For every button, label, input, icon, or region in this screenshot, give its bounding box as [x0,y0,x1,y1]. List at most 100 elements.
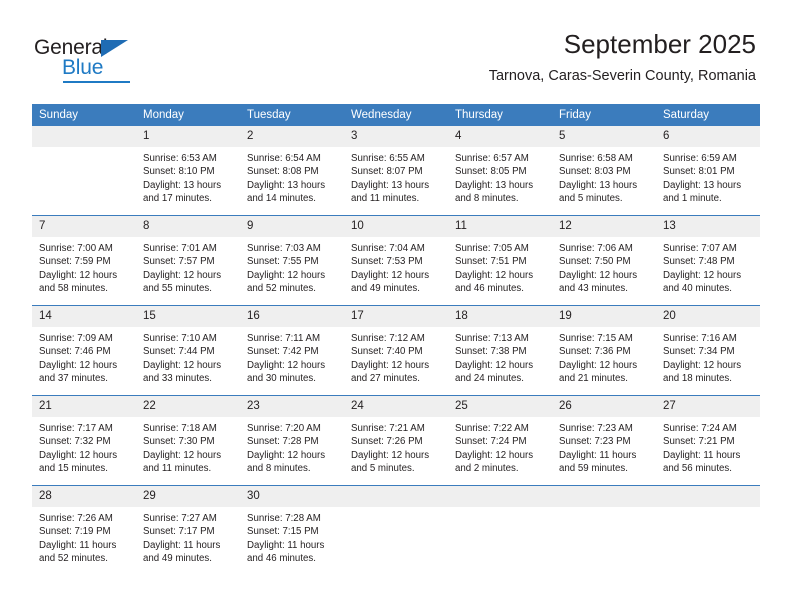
calendar-cell-day[interactable]: 21 Sunrise: 7:17 AM Sunset: 7:32 PM Dayligh… [32,395,136,486]
calendar-cell-day[interactable]: 8 Sunrise: 7:01 AM Sunset: 7:57 PM Daylight… [136,215,240,306]
calendar-cell-day[interactable]: 3 Sunrise: 6:55 AM Sunset: 8:07 PM Daylight… [344,126,448,216]
day-details: Sunrise: 6:53 AM Sunset: 8:10 PM Daylight:… [136,147,240,206]
day-sunset-text: Sunset: 7:46 PM [39,346,111,358]
day-sunrise-text: Sunrise: 7:06 AM [559,243,633,254]
day-details: Sunrise: 6:59 AM Sunset: 8:01 PM Daylight:… [656,147,760,206]
calendar-cell-day[interactable]: 23 Sunrise: 7:20 AM Sunset: 7:28 PM Dayligh… [240,395,344,486]
page-title: September 2025 [563,29,756,59]
calendar-cell-day[interactable]: 27 Sunrise: 7:24 AM Sunset: 7:21 PM Dayligh… [656,395,760,486]
calendar-cell-day[interactable]: 24 Sunrise: 7:21 AM Sunset: 7:26 PM Dayligh… [344,395,448,486]
day-details: Sunrise: 7:04 AM Sunset: 7:53 PM Daylight:… [344,237,448,296]
day-sunrise-text: Sunrise: 7:03 AM [247,243,321,254]
day-daylight-line1-text: Daylight: 11 hours [663,449,741,461]
calendar-cell-empty [32,126,136,216]
day-number: 23 [240,396,344,417]
day-sunset-text: Sunset: 7:23 PM [559,436,631,448]
calendar-cell-day[interactable]: 12 Sunrise: 7:06 AM Sunset: 7:50 PM Dayligh… [552,215,656,306]
day-daylight-line2-text: and 17 minutes. [143,193,212,205]
day-details: Sunrise: 7:06 AM Sunset: 7:50 PM Daylight:… [552,237,656,296]
weekday-header-thursday: Thursday [448,104,552,126]
day-sunrise-text: Sunrise: 6:59 AM [663,153,737,164]
day-details: Sunrise: 7:00 AM Sunset: 7:59 PM Daylight:… [32,237,136,296]
day-sunrise-text: Sunrise: 6:53 AM [143,153,217,164]
calendar-cell-day[interactable]: 26 Sunrise: 7:23 AM Sunset: 7:23 PM Dayligh… [552,395,656,486]
day-daylight-line2-text: and 43 minutes. [559,283,628,295]
calendar-cell-day[interactable]: 5 Sunrise: 6:58 AM Sunset: 8:03 PM Daylight… [552,126,656,216]
calendar-week-row: 28 Sunrise: 7:26 AM Sunset: 7:19 PM Dayligh… [32,485,760,575]
day-details: Sunrise: 7:11 AM Sunset: 7:42 PM Daylight:… [240,327,344,386]
calendar-cell-day[interactable]: 7 Sunrise: 7:00 AM Sunset: 7:59 PM Daylight… [32,215,136,306]
day-number [656,486,760,507]
day-daylight-line2-text: and 27 minutes. [351,373,420,385]
day-daylight-line1-text: Daylight: 11 hours [39,539,117,551]
calendar-cell-day[interactable]: 29 Sunrise: 7:27 AM Sunset: 7:17 PM Dayligh… [136,485,240,575]
calendar-cell-day[interactable]: 10 Sunrise: 7:04 AM Sunset: 7:53 PM Dayligh… [344,215,448,306]
calendar-cell-day[interactable]: 2 Sunrise: 6:54 AM Sunset: 8:08 PM Daylight… [240,126,344,216]
calendar-cell-day[interactable]: 20 Sunrise: 7:16 AM Sunset: 7:34 PM Dayligh… [656,305,760,396]
calendar-cell-day[interactable]: 22 Sunrise: 7:18 AM Sunset: 7:30 PM Dayligh… [136,395,240,486]
calendar-cell-day[interactable]: 18 Sunrise: 7:13 AM Sunset: 7:38 PM Dayligh… [448,305,552,396]
calendar-cell-day[interactable]: 28 Sunrise: 7:26 AM Sunset: 7:19 PM Dayligh… [32,485,136,575]
day-number: 19 [552,306,656,327]
day-daylight-line1-text: Daylight: 13 hours [663,179,742,191]
calendar-cell-day[interactable]: 13 Sunrise: 7:07 AM Sunset: 7:48 PM Dayligh… [656,215,760,306]
calendar-cell-day[interactable]: 4 Sunrise: 6:57 AM Sunset: 8:05 PM Daylight… [448,126,552,216]
day-number: 4 [448,126,552,147]
day-sunrise-text: Sunrise: 7:22 AM [455,423,529,434]
calendar-week-row: 14 Sunrise: 7:09 AM Sunset: 7:46 PM Dayligh… [32,305,760,396]
day-sunrise-text: Sunrise: 7:24 AM [663,423,737,434]
day-sunset-text: Sunset: 8:03 PM [559,166,631,178]
calendar-cell-day[interactable]: 16 Sunrise: 7:11 AM Sunset: 7:42 PM Dayligh… [240,305,344,396]
calendar-cell-day[interactable]: 17 Sunrise: 7:12 AM Sunset: 7:40 PM Dayligh… [344,305,448,396]
calendar-cell-empty [344,485,448,575]
day-number: 17 [344,306,448,327]
day-sunrise-text: Sunrise: 7:20 AM [247,423,321,434]
day-number: 7 [32,216,136,237]
calendar-cell-day[interactable]: 25 Sunrise: 7:22 AM Sunset: 7:24 PM Dayligh… [448,395,552,486]
day-daylight-line2-text: and 33 minutes. [143,373,212,385]
day-sunset-text: Sunset: 7:36 PM [559,346,631,358]
day-number: 18 [448,306,552,327]
day-sunrise-text: Sunrise: 7:12 AM [351,333,425,344]
calendar-cell-day[interactable]: 9 Sunrise: 7:03 AM Sunset: 7:55 PM Daylight… [240,215,344,306]
day-details: Sunrise: 7:01 AM Sunset: 7:57 PM Daylight:… [136,237,240,296]
day-number [344,486,448,507]
day-daylight-line2-text: and 11 minutes. [351,193,420,205]
calendar-cell-day[interactable]: 6 Sunrise: 6:59 AM Sunset: 8:01 PM Daylight… [656,126,760,216]
day-daylight-line2-text: and 15 minutes. [39,463,108,475]
day-number: 15 [136,306,240,327]
day-sunset-text: Sunset: 7:55 PM [247,256,319,268]
day-details: Sunrise: 7:15 AM Sunset: 7:36 PM Daylight:… [552,327,656,386]
day-sunset-text: Sunset: 7:59 PM [39,256,111,268]
day-daylight-line1-text: Daylight: 13 hours [351,179,430,191]
day-sunset-text: Sunset: 7:51 PM [455,256,527,268]
day-sunset-text: Sunset: 7:26 PM [351,436,423,448]
calendar-cell-day[interactable]: 19 Sunrise: 7:15 AM Sunset: 7:36 PM Dayligh… [552,305,656,396]
day-sunset-text: Sunset: 8:05 PM [455,166,527,178]
day-sunrise-text: Sunrise: 7:26 AM [39,513,113,524]
calendar-cell-day[interactable]: 30 Sunrise: 7:28 AM Sunset: 7:15 PM Dayligh… [240,485,344,575]
calendar-cell-day[interactable]: 1 Sunrise: 6:53 AM Sunset: 8:10 PM Daylight… [136,126,240,216]
brand-logo[interactable]: General Blue [34,36,164,83]
day-number [32,126,136,147]
day-details: Sunrise: 7:07 AM Sunset: 7:48 PM Daylight:… [656,237,760,296]
calendar-cell-day[interactable]: 15 Sunrise: 7:10 AM Sunset: 7:44 PM Dayligh… [136,305,240,396]
day-number: 29 [136,486,240,507]
day-daylight-line1-text: Daylight: 12 hours [247,269,326,281]
page-subtitle: Tarnova, Caras-Severin County, Romania [488,68,756,84]
day-number: 12 [552,216,656,237]
day-daylight-line2-text: and 11 minutes. [143,463,212,475]
day-sunset-text: Sunset: 8:10 PM [143,166,215,178]
day-sunrise-text: Sunrise: 7:04 AM [351,243,425,254]
day-number: 16 [240,306,344,327]
day-daylight-line2-text: and 21 minutes. [559,373,628,385]
calendar-cell-day[interactable]: 11 Sunrise: 7:05 AM Sunset: 7:51 PM Dayligh… [448,215,552,306]
day-daylight-line2-text: and 1 minute. [663,193,722,205]
day-daylight-line2-text: and 2 minutes. [455,463,519,475]
day-number: 1 [136,126,240,147]
day-daylight-line1-text: Daylight: 12 hours [247,359,326,371]
day-details: Sunrise: 7:16 AM Sunset: 7:34 PM Daylight:… [656,327,760,386]
day-sunset-text: Sunset: 7:38 PM [455,346,527,358]
brand-underline [63,81,130,83]
calendar-cell-day[interactable]: 14 Sunrise: 7:09 AM Sunset: 7:46 PM Dayligh… [32,305,136,396]
